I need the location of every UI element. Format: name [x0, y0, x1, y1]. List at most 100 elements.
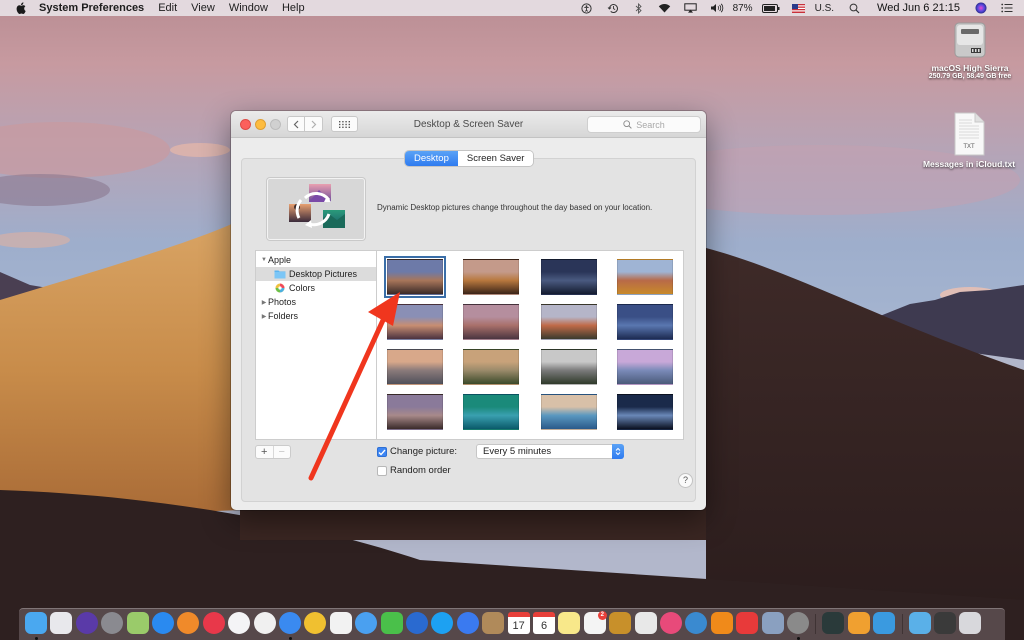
- twitter-icon[interactable]: [431, 612, 454, 634]
- add-folder-button[interactable]: +: [256, 446, 273, 458]
- wallpaper-thumbnail[interactable]: [387, 394, 443, 430]
- bluetooth-icon[interactable]: [632, 2, 646, 14]
- random-order-checkbox[interactable]: [377, 466, 387, 476]
- window-titlebar[interactable]: Desktop & Screen Saver Search: [231, 111, 706, 138]
- fantastical-icon[interactable]: 6: [533, 612, 555, 634]
- preview-icon[interactable]: [634, 612, 657, 634]
- tab-desktop[interactable]: Desktop: [405, 151, 458, 166]
- desktop-icon-text-file[interactable]: TXT Messages in iCloud.txt: [914, 112, 1024, 169]
- wallpaper-thumbnail[interactable]: [541, 304, 597, 340]
- remove-folder-button[interactable]: −: [272, 446, 291, 458]
- source-item-desktop-pictures[interactable]: Desktop Pictures: [256, 267, 376, 281]
- menu-window[interactable]: Window: [229, 0, 268, 16]
- music-icon[interactable]: [228, 612, 251, 634]
- wallpaper-thumbnail[interactable]: [617, 259, 673, 295]
- notification-center-icon[interactable]: [1000, 2, 1014, 14]
- tab-screen-saver[interactable]: Screen Saver: [457, 151, 534, 166]
- maps-icon[interactable]: [126, 612, 149, 634]
- menu-edit[interactable]: Edit: [158, 0, 177, 16]
- battery-icon[interactable]: [761, 2, 780, 14]
- news-icon[interactable]: [202, 612, 225, 634]
- minimize-button[interactable]: [255, 119, 266, 130]
- launchpad-icon[interactable]: [101, 612, 124, 634]
- accessibility-icon[interactable]: [580, 2, 594, 14]
- finder-icon[interactable]: [25, 612, 47, 634]
- siri-icon[interactable]: [974, 2, 988, 14]
- wallpaper-thumbnail[interactable]: [617, 394, 673, 430]
- sketchbook-icon[interactable]: [609, 612, 632, 634]
- activity-monitor-icon[interactable]: [822, 612, 845, 634]
- chrome-icon[interactable]: [304, 612, 327, 634]
- photos-icon[interactable]: [253, 612, 276, 634]
- wallpaper-thumbnail[interactable]: [541, 259, 597, 295]
- change-interval-popup[interactable]: Every 5 minutes: [476, 444, 624, 459]
- wallpaper-thumbnail[interactable]: [463, 304, 519, 340]
- close-button[interactable]: [240, 119, 251, 130]
- vlc-icon[interactable]: [710, 612, 733, 634]
- tweetbot-icon[interactable]: [873, 612, 896, 634]
- screenshot-icon[interactable]: [50, 612, 73, 634]
- calendar-icon[interactable]: 17: [507, 612, 530, 634]
- screenshots-stack-icon[interactable]: [934, 612, 956, 634]
- wallpaper-thumbnail[interactable]: [463, 349, 519, 385]
- source-item-folders[interactable]: ▶ Folders: [256, 309, 376, 323]
- menu-view[interactable]: View: [191, 0, 215, 16]
- twitterrific-icon[interactable]: [406, 612, 428, 634]
- notes-icon[interactable]: [558, 612, 581, 634]
- wallpaper-thumbnail[interactable]: [463, 259, 519, 295]
- kiwi-icon[interactable]: [660, 612, 682, 634]
- source-item-apple[interactable]: ▼ Apple: [256, 253, 376, 267]
- back-button[interactable]: [287, 116, 305, 132]
- contacts-icon[interactable]: [482, 612, 505, 634]
- spark-icon[interactable]: [456, 612, 479, 634]
- safari-icon[interactable]: [279, 612, 301, 634]
- wallpaper-thumbnail[interactable]: [387, 304, 443, 340]
- wallpaper-thumbnail[interactable]: [617, 349, 673, 385]
- volume-icon[interactable]: [710, 2, 724, 14]
- input-source-label[interactable]: U.S.: [815, 3, 834, 14]
- messages-icon[interactable]: [355, 612, 378, 634]
- source-item-label: Photos: [268, 297, 297, 307]
- app-store-icon[interactable]: [152, 612, 174, 634]
- disclosure-closed-icon[interactable]: ▶: [260, 313, 268, 320]
- wallpaper-thumbnail[interactable]: [387, 349, 443, 385]
- apple-menu-icon[interactable]: [13, 2, 29, 14]
- forward-button[interactable]: [305, 116, 323, 132]
- image-capture-icon[interactable]: [761, 612, 784, 634]
- change-picture-checkbox[interactable]: [377, 447, 387, 457]
- source-item-colors[interactable]: Colors: [256, 281, 376, 295]
- pocket-casts-icon[interactable]: [736, 612, 759, 634]
- trash-icon[interactable]: [959, 612, 982, 634]
- system-preferences-icon[interactable]: [787, 612, 809, 634]
- books-icon[interactable]: [177, 612, 200, 634]
- disclosure-open-icon[interactable]: ▼: [260, 257, 268, 263]
- show-all-button[interactable]: [331, 116, 358, 132]
- menu-clock[interactable]: Wed Jun 6 21:15: [877, 2, 960, 14]
- menu-app-name[interactable]: System Preferences: [39, 0, 144, 16]
- home-icon[interactable]: [847, 612, 870, 634]
- popup-stepper-icon[interactable]: [612, 444, 624, 459]
- wallpaper-thumbnail[interactable]: [463, 394, 519, 430]
- menu-bar: System Preferences Edit View Window Help…: [0, 0, 1024, 16]
- facetime-icon[interactable]: [380, 612, 403, 634]
- downloads-folder-icon[interactable]: [908, 612, 931, 634]
- spotlight-icon[interactable]: [847, 2, 861, 14]
- airplay-icon[interactable]: [684, 2, 698, 14]
- time-machine-icon[interactable]: [606, 2, 620, 14]
- menu-help[interactable]: Help: [282, 0, 305, 16]
- wallpaper-thumbnail[interactable]: [384, 256, 446, 298]
- wallpaper-thumbnail[interactable]: [541, 394, 597, 430]
- slack-icon[interactable]: [329, 612, 352, 634]
- siri-icon[interactable]: [75, 612, 98, 634]
- 1password-icon[interactable]: [685, 612, 708, 634]
- help-button[interactable]: ?: [678, 473, 693, 488]
- wallpaper-thumbnail[interactable]: [541, 349, 597, 385]
- search-input[interactable]: Search: [587, 116, 701, 133]
- reminders-icon[interactable]: 2: [583, 611, 607, 634]
- source-item-photos[interactable]: ▶ Photos: [256, 295, 376, 309]
- flag-icon[interactable]: [792, 2, 806, 14]
- disclosure-closed-icon[interactable]: ▶: [260, 299, 268, 306]
- wifi-icon[interactable]: [658, 2, 672, 14]
- desktop-icon-hard-drive[interactable]: macOS High Sierra 250.79 GB, 58.49 GB fr…: [918, 20, 1022, 80]
- wallpaper-thumbnail[interactable]: [617, 304, 673, 340]
